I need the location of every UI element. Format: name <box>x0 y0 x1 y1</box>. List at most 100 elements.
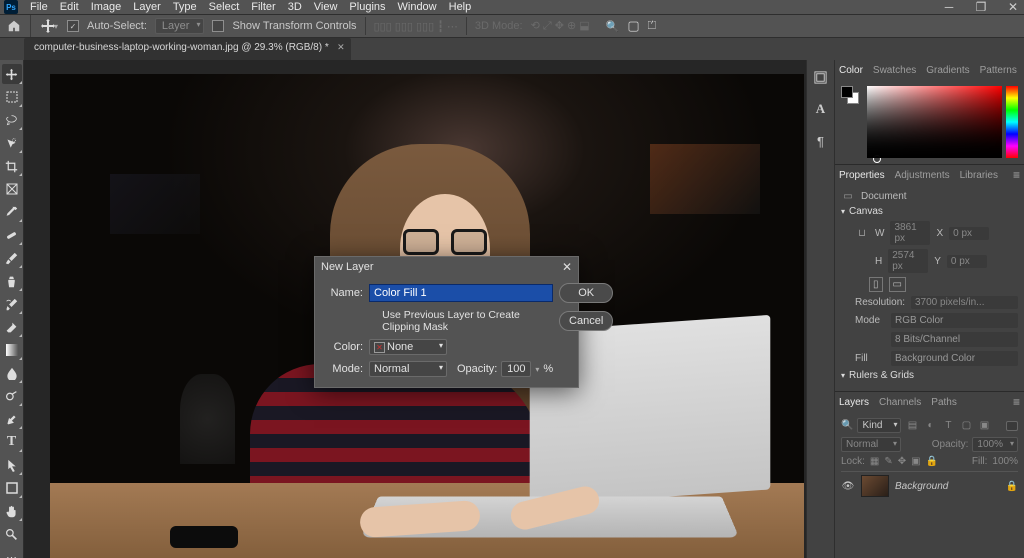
panel-menu-icon[interactable]: ≡ <box>1013 395 1020 409</box>
menu-window[interactable]: Window <box>398 1 437 13</box>
color-dropdown[interactable]: ✕None <box>369 339 447 355</box>
layer-lock-icon[interactable]: 🔒 <box>1006 481 1018 492</box>
filter-type-icon[interactable]: T <box>941 419 955 433</box>
fg-bg-swatch[interactable] <box>841 86 859 104</box>
layers-tab[interactable]: Layers <box>839 397 869 408</box>
filter-shape-icon[interactable]: ▢ <box>959 419 973 433</box>
eraser-tool[interactable] <box>2 317 22 337</box>
document-tab[interactable]: computer-business-laptop-working-woman.j… <box>24 38 351 60</box>
marquee-tool[interactable] <box>2 87 22 107</box>
menu-view[interactable]: View <box>314 1 338 13</box>
lock-transparency-icon[interactable]: ▦ <box>870 456 879 467</box>
paths-tab[interactable]: Paths <box>931 397 957 408</box>
clone-tool[interactable] <box>2 271 22 291</box>
filter-smart-icon[interactable]: ▣ <box>977 419 991 433</box>
orientation-portrait-icon[interactable]: ▯ <box>869 277 883 292</box>
lock-position-icon[interactable]: ✥ <box>898 456 906 467</box>
canvas-area[interactable]: New Layer ✕ Name: OK Use Previous Layer … <box>24 60 806 558</box>
layer-fill-value[interactable]: 100% <box>992 456 1018 467</box>
hue-slider[interactable] <box>1006 86 1018 158</box>
menu-file[interactable]: File <box>30 1 48 13</box>
frame-tool[interactable] <box>2 179 22 199</box>
auto-select-checkbox[interactable]: ✓ <box>67 20 79 32</box>
menu-select[interactable]: Select <box>209 1 240 13</box>
menu-type[interactable]: Type <box>173 1 197 13</box>
lock-artboard-icon[interactable]: ▣ <box>911 456 920 467</box>
auto-select-mode-dropdown[interactable]: Layer <box>155 18 205 34</box>
rulers-section-header[interactable]: ▾Rulers & Grids <box>841 370 1018 381</box>
bit-depth-value[interactable]: 8 Bits/Channel <box>891 332 1018 347</box>
filter-toggle[interactable] <box>1006 421 1018 431</box>
lock-all-icon[interactable]: 🔒 <box>926 456 938 467</box>
name-input[interactable] <box>369 284 553 302</box>
move-tool-icon[interactable]: ▾ <box>39 16 59 36</box>
lock-pixels-icon[interactable]: ✎ <box>884 456 892 467</box>
menu-filter[interactable]: Filter <box>251 1 275 13</box>
color-tab[interactable]: Color <box>839 65 863 76</box>
brush-tool[interactable] <box>2 248 22 268</box>
eyedropper-tool[interactable] <box>2 202 22 222</box>
filter-adjust-icon[interactable]: ◐ <box>923 419 937 433</box>
properties-tab[interactable]: Properties <box>839 170 885 181</box>
gradients-tab[interactable]: Gradients <box>926 65 969 76</box>
cancel-button[interactable]: Cancel <box>559 311 613 331</box>
mode-dropdown[interactable]: Normal <box>369 361 447 377</box>
menu-layer[interactable]: Layer <box>133 1 161 13</box>
share-icon[interactable]: ⏍ <box>648 20 656 33</box>
home-icon[interactable] <box>6 18 22 34</box>
opacity-input[interactable]: 100 <box>501 361 531 377</box>
window-restore-button[interactable]: ❐ <box>974 0 988 14</box>
y-value[interactable]: 0 px <box>947 255 987 268</box>
layer-thumbnail[interactable] <box>861 475 889 497</box>
canvas-section-header[interactable]: ▾Canvas <box>841 206 1018 217</box>
paragraph-panel-icon[interactable]: ¶ <box>812 132 830 150</box>
menu-help[interactable]: Help <box>449 1 472 13</box>
filter-pixel-icon[interactable]: ▤ <box>905 419 919 433</box>
filter-kind-dropdown[interactable]: Kind <box>857 418 901 433</box>
window-close-button[interactable]: ✕ <box>1006 0 1020 14</box>
shape-tool[interactable] <box>2 478 22 498</box>
height-value[interactable]: 2574 px <box>888 249 928 273</box>
move-tool[interactable] <box>2 64 22 84</box>
menu-plugins[interactable]: Plugins <box>349 1 385 13</box>
libraries-tab[interactable]: Libraries <box>960 170 998 181</box>
color-field[interactable] <box>867 86 1002 158</box>
dodge-tool[interactable] <box>2 386 22 406</box>
blur-tool[interactable] <box>2 363 22 383</box>
hand-tool[interactable] <box>2 501 22 521</box>
window-minimize-button[interactable]: ─ <box>942 0 956 14</box>
crop-tool[interactable] <box>2 156 22 176</box>
edit-toolbar-button[interactable]: ⋯ <box>2 547 22 558</box>
character-panel-icon[interactable]: A <box>812 100 830 118</box>
layer-row-background[interactable]: 👁 Background 🔒 <box>841 471 1018 500</box>
close-tab-icon[interactable]: ✕ <box>337 42 345 53</box>
menu-edit[interactable]: Edit <box>60 1 79 13</box>
gradient-tool[interactable] <box>2 340 22 360</box>
lasso-tool[interactable] <box>2 110 22 130</box>
path-select-tool[interactable] <box>2 455 22 475</box>
clipping-mask-checkbox[interactable] <box>369 316 378 327</box>
quick-select-tool[interactable] <box>2 133 22 153</box>
history-brush-tool[interactable] <box>2 294 22 314</box>
resolution-value[interactable]: 3700 pixels/in... <box>911 296 1018 309</box>
pen-tool[interactable] <box>2 409 22 429</box>
history-panel-icon[interactable] <box>812 68 830 86</box>
panel-menu-icon[interactable]: ≡ <box>1013 168 1020 182</box>
menu-3d[interactable]: 3D <box>288 1 302 13</box>
ok-button[interactable]: OK <box>559 283 613 303</box>
adjustments-tab[interactable]: Adjustments <box>895 170 950 181</box>
x-value[interactable]: 0 px <box>949 227 989 240</box>
filter-search-icon[interactable]: 🔍 <box>841 420 853 431</box>
patterns-tab[interactable]: Patterns <box>980 65 1017 76</box>
workspace-icon[interactable]: ▢ <box>627 18 639 34</box>
search-icon[interactable]: 🔍 <box>606 20 620 33</box>
color-mode-value[interactable]: RGB Color <box>891 313 1018 328</box>
menu-image[interactable]: Image <box>91 1 122 13</box>
zoom-tool[interactable] <box>2 524 22 544</box>
healing-tool[interactable] <box>2 225 22 245</box>
link-wh-icon[interactable]: ⊔ <box>855 228 869 239</box>
show-transform-checkbox[interactable] <box>212 20 224 32</box>
dialog-close-icon[interactable]: ✕ <box>562 260 572 274</box>
fill-value[interactable]: Background Color <box>891 351 1018 366</box>
blend-mode-dropdown[interactable]: Normal <box>841 437 901 452</box>
